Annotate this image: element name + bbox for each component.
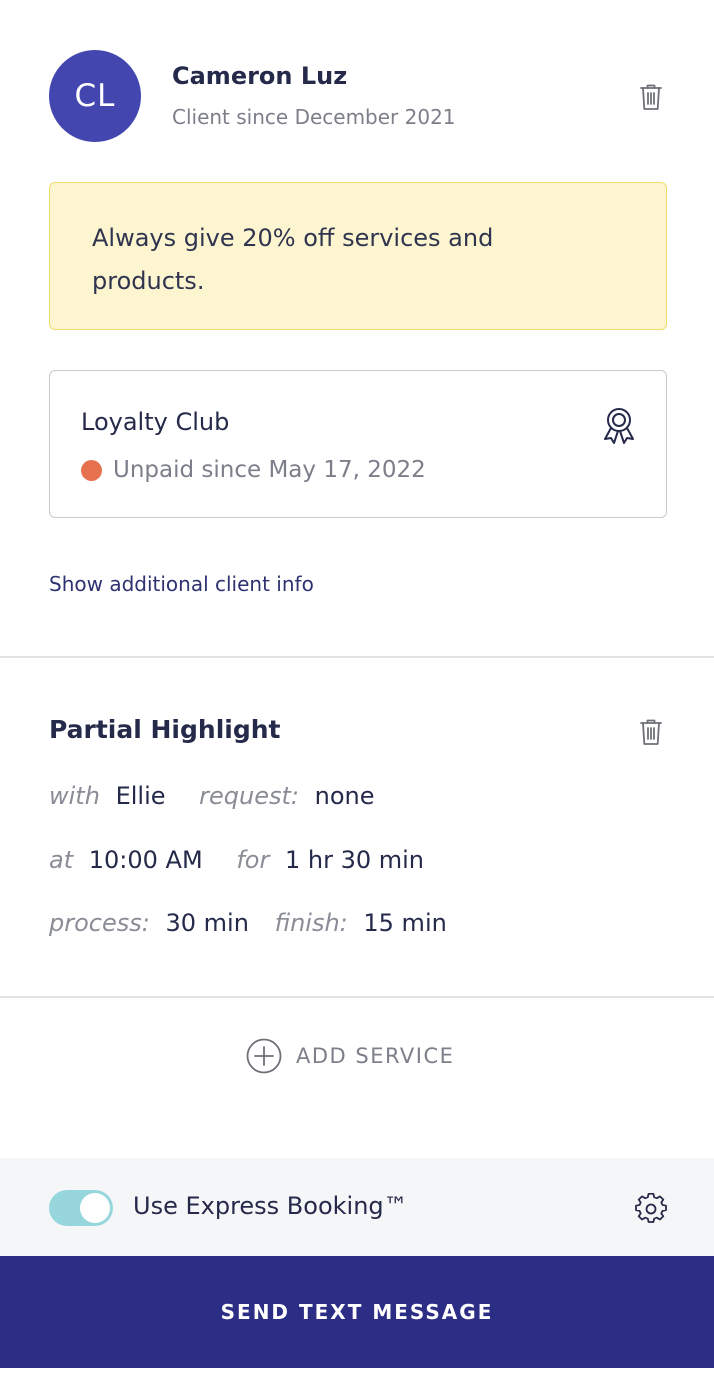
client-name[interactable]: Cameron Luz	[172, 62, 347, 90]
service-time-row: at 10:00 AM for 1 hr 30 min	[49, 846, 424, 874]
request-label: request:	[199, 782, 299, 810]
loyalty-title: Loyalty Club	[81, 408, 230, 436]
express-booking-bar: Use Express Booking™	[0, 1158, 714, 1256]
divider	[0, 996, 714, 998]
plus-circle-icon	[246, 1038, 282, 1074]
delete-service-button[interactable]	[637, 717, 665, 747]
service-title[interactable]: Partial Highlight	[49, 715, 280, 744]
add-service-button[interactable]: ADD SERVICE	[246, 1038, 454, 1074]
show-additional-client-info-link[interactable]: Show additional client info	[49, 572, 314, 596]
divider	[0, 656, 714, 658]
add-service-label: ADD SERVICE	[296, 1044, 455, 1068]
process-value[interactable]: 30 min	[165, 909, 248, 937]
loyalty-status-text: Unpaid since May 17, 2022	[113, 457, 426, 483]
trash-icon	[640, 84, 662, 110]
trash-icon	[640, 719, 662, 745]
request-value[interactable]: none	[315, 782, 375, 810]
delete-client-button[interactable]	[637, 82, 665, 112]
service-staff-row: with Ellie request: none	[49, 782, 375, 810]
start-time-value[interactable]: 10:00 AM	[89, 846, 203, 874]
duration-value[interactable]: 1 hr 30 min	[285, 846, 424, 874]
express-booking-label: Use Express Booking™	[133, 1192, 408, 1220]
gear-icon[interactable]	[635, 1193, 667, 1225]
loyalty-status: Unpaid since May 17, 2022	[81, 457, 426, 483]
for-label: for	[236, 846, 270, 874]
toggle-knob	[80, 1193, 110, 1223]
service-processing-row: process: 30 min finish: 15 min	[49, 909, 447, 937]
express-booking-toggle[interactable]	[49, 1190, 113, 1226]
avatar[interactable]: CL	[49, 50, 141, 142]
status-dot	[81, 459, 102, 481]
loyalty-membership-card[interactable]: Loyalty Club Unpaid since May 17, 2022	[49, 370, 667, 518]
client-note-text: Always give 20% off services and product…	[92, 224, 494, 295]
finish-label: finish:	[274, 909, 348, 937]
send-text-message-button[interactable]: SEND TEXT MESSAGE	[0, 1256, 714, 1368]
client-note[interactable]: Always give 20% off services and product…	[49, 182, 667, 330]
finish-value[interactable]: 15 min	[363, 909, 446, 937]
staff-value[interactable]: Ellie	[116, 782, 166, 810]
process-label: process:	[49, 909, 150, 937]
award-ribbon-icon	[604, 408, 634, 444]
with-label: with	[49, 782, 100, 810]
client-header: CL Cameron Luz Client since December 202…	[0, 0, 714, 180]
client-since-text: Client since December 2021	[172, 105, 456, 129]
at-label: at	[49, 846, 74, 874]
